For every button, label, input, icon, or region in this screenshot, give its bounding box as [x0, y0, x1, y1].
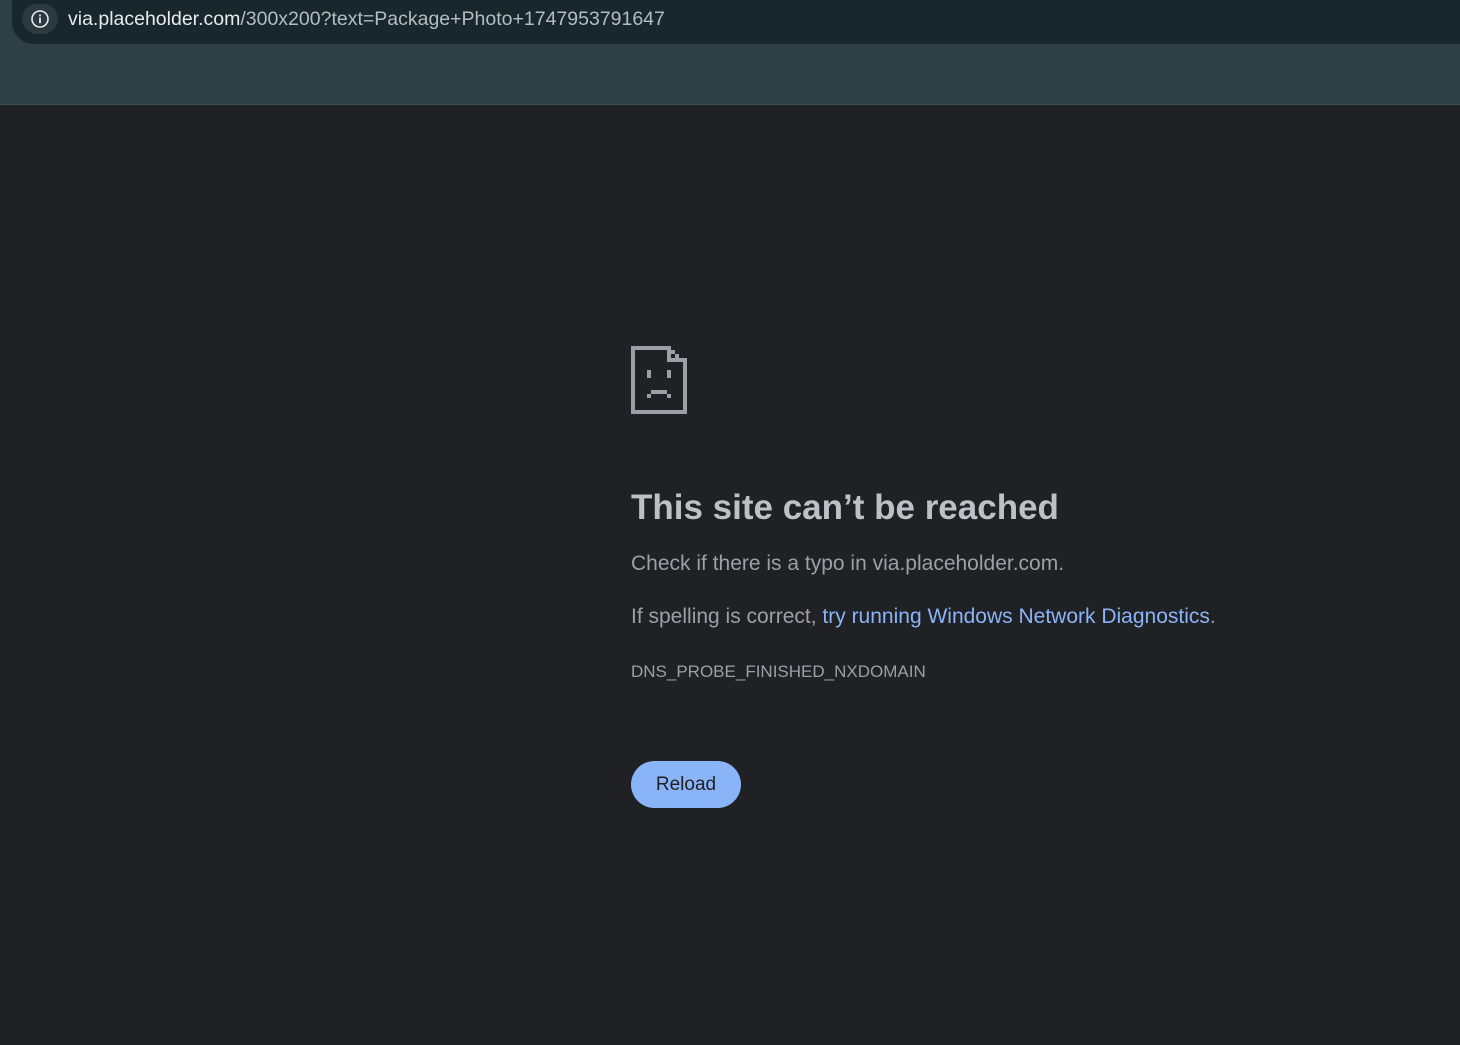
info-icon — [31, 10, 49, 28]
error-content: This site can’t be reached Check if ther… — [631, 346, 1391, 808]
browser-toolbar: via.placeholder.com/300x200?text=Package… — [0, 0, 1460, 105]
diagnostics-link[interactable]: try running Windows Network Diagnostics — [822, 605, 1209, 628]
spelling-prefix: If spelling is correct, — [631, 605, 823, 628]
address-bar[interactable]: via.placeholder.com/300x200?text=Package… — [12, 0, 1460, 44]
error-title: This site can’t be reached — [631, 488, 1059, 527]
site-info-button[interactable] — [22, 4, 58, 34]
error-code: DNS_PROBE_FINISHED_NXDOMAIN — [631, 662, 926, 681]
reload-button[interactable]: Reload — [631, 761, 741, 808]
url-text[interactable]: via.placeholder.com/300x200?text=Package… — [68, 8, 665, 31]
sad-page-icon — [631, 346, 687, 414]
url-path: /300x200?text=Package+Photo+174795379164… — [240, 8, 665, 30]
spelling-message: If spelling is correct, try running Wind… — [631, 605, 1391, 629]
typo-message: Check if there is a typo in via.placehol… — [631, 552, 1065, 575]
url-host: via.placeholder.com — [68, 8, 241, 30]
spelling-suffix: . — [1209, 605, 1216, 628]
